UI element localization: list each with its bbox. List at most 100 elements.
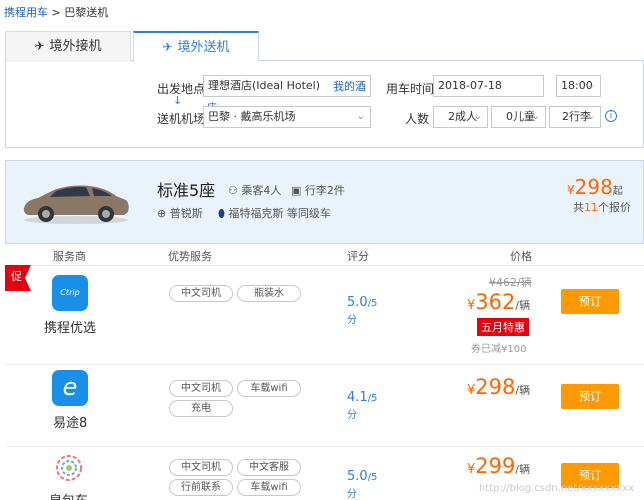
- user-icon: ⚇: [228, 184, 238, 197]
- price: ¥298/辆: [467, 375, 530, 399]
- children-select[interactable]: 0儿童 ⌄: [491, 106, 546, 128]
- quote-suffix: 个报价: [598, 201, 631, 214]
- price: ¥362/辆: [467, 290, 530, 314]
- date-value: 2018-07-18: [438, 79, 502, 92]
- price-unit: /辆: [515, 299, 531, 312]
- price-value: 299: [475, 454, 516, 478]
- score-value: 5.0/5: [347, 469, 377, 484]
- chevron-down-icon: ⌄: [356, 111, 365, 122]
- provider-name: 携程优选: [44, 321, 97, 336]
- page: 携程用车 > 巴黎送机 ✈ 境外接机 ✈ 境外送机 出发地点 理想酒店(Ideal …: [0, 0, 644, 500]
- service-tag: 中文客服: [237, 459, 301, 476]
- tab-label: 境外送机: [177, 40, 230, 55]
- adults-select[interactable]: 2成人 ⌄: [433, 106, 488, 128]
- huangbaoche-logo-icon: [56, 455, 82, 481]
- my-hotel-link[interactable]: 我的酒: [333, 78, 366, 94]
- score-max: /5: [367, 298, 378, 309]
- score-max: /5: [367, 393, 378, 404]
- price: ¥299/辆: [467, 454, 530, 478]
- suitcase-icon: ▣: [291, 184, 302, 197]
- currency-symbol: ¥: [567, 183, 575, 197]
- date-input[interactable]: 2018-07-18: [433, 75, 544, 97]
- price-unit: /辆: [515, 384, 531, 397]
- provider-name: 易途8: [53, 416, 88, 431]
- depart-value: 理想酒店(Ideal Hotel): [208, 79, 321, 92]
- watermark: http://blog.csdn.net/xxxxxxxxx: [478, 483, 634, 494]
- score-unit: 分: [347, 489, 357, 500]
- row-divider: [5, 364, 644, 365]
- service-tag: 充电: [169, 400, 233, 417]
- score-number: 4.1: [347, 390, 368, 405]
- airport-value: 巴黎 · 戴高乐机场: [208, 110, 296, 123]
- score-unit: 分: [347, 410, 357, 421]
- from-suffix: 起: [612, 186, 623, 197]
- time-select[interactable]: 18:00 ⌄: [556, 75, 601, 97]
- tab-label: 境外接机: [49, 39, 102, 54]
- ctrip-logo-text: Ctrip: [60, 288, 80, 297]
- service-tag: 中文司机: [169, 459, 233, 476]
- coupon-note: 券已减¥100: [471, 344, 527, 355]
- promo-flag: 促: [5, 265, 35, 291]
- quote-count: 共11个报价: [573, 199, 631, 215]
- car-image: [23, 185, 129, 224]
- price-unit: /辆: [515, 463, 531, 476]
- quotes-table-header: 服务商 优势服务 评分 价格: [5, 244, 644, 266]
- luggage-select[interactable]: 2行李 ⌄: [549, 106, 601, 128]
- chevron-down-icon: ⌄: [586, 111, 595, 122]
- price-value: 362: [475, 290, 516, 314]
- model-b-label: 福特福克斯 等同级车: [228, 207, 331, 220]
- passenger-info: ⚇ 乘客4人: [228, 182, 281, 198]
- chevron-down-icon: ⌄: [473, 111, 482, 122]
- service-tag: 中文司机: [169, 380, 233, 397]
- score-number: 5.0: [347, 469, 368, 484]
- score-value: 5.0/5: [347, 295, 377, 310]
- quote-number: 11: [584, 201, 598, 214]
- row-divider: [5, 446, 644, 447]
- price-value: 298: [475, 375, 516, 399]
- score-unit: 分: [347, 315, 357, 326]
- score-max: /5: [367, 472, 378, 483]
- tab-airport-dropoff[interactable]: ✈ 境外送机: [133, 31, 259, 62]
- yitu8-logo-icon: e: [52, 370, 88, 406]
- breadcrumb-home-link[interactable]: 携程用车: [4, 6, 48, 19]
- car-model-a: ⊕ 普锐斯: [157, 205, 203, 221]
- book-button[interactable]: 预订: [561, 289, 619, 314]
- luggage-info: ▣ 行李2件: [291, 182, 345, 198]
- time-label: 用车时间: [386, 82, 435, 96]
- model-a-label: 普锐斯: [169, 207, 203, 220]
- quote-prefix: 共: [573, 201, 584, 214]
- car-class-title: 标准5座: [157, 181, 216, 200]
- col-provider: 服务商: [53, 250, 86, 263]
- col-price: 价格: [510, 250, 532, 263]
- ctrip-logo-icon: Ctrip: [52, 275, 88, 311]
- breadcrumb: 携程用车 > 巴黎送机: [4, 4, 108, 20]
- service-tag: 中文司机: [169, 285, 233, 302]
- chevron-down-icon: ⌄: [531, 111, 540, 122]
- service-tag: 行前联系: [169, 479, 233, 496]
- col-score: 评分: [347, 250, 369, 263]
- from-price: ¥298起: [567, 175, 623, 199]
- passenger-count: 乘客4人: [241, 184, 282, 197]
- info-icon[interactable]: i: [605, 110, 617, 122]
- breadcrumb-separator: >: [51, 6, 61, 19]
- score-value: 4.1/5: [347, 390, 377, 405]
- arrow-down-icon: ↓: [173, 94, 183, 107]
- promo-badge: 五月特惠: [477, 318, 529, 336]
- airport-select[interactable]: 巴黎 · 戴高乐机场 ⌄: [203, 106, 371, 128]
- tab-bar: ✈ 境外接机 ✈ 境外送机: [5, 31, 644, 62]
- provider-name: 皇包车: [49, 490, 88, 500]
- yitu8-logo-text: e: [62, 373, 78, 401]
- col-services: 优势服务: [168, 250, 212, 263]
- old-price: ¥462/辆: [489, 276, 532, 289]
- toyota-logo-icon: ⊕: [157, 207, 167, 220]
- ford-logo-icon: ⬮: [218, 207, 225, 220]
- service-tag: 车载wifi: [237, 479, 301, 496]
- book-button[interactable]: 预订: [561, 384, 619, 409]
- from-price-value: 298: [574, 175, 613, 199]
- plane-landing-icon: ✈: [34, 39, 45, 53]
- airport-label: 送机机场: [157, 112, 206, 126]
- score-number: 5.0: [347, 295, 368, 310]
- car-model-b: ⬮ 福特福克斯 等同级车: [218, 205, 331, 221]
- tab-airport-pickup[interactable]: ✈ 境外接机: [5, 31, 131, 62]
- chevron-down-icon: ⌄: [586, 80, 595, 91]
